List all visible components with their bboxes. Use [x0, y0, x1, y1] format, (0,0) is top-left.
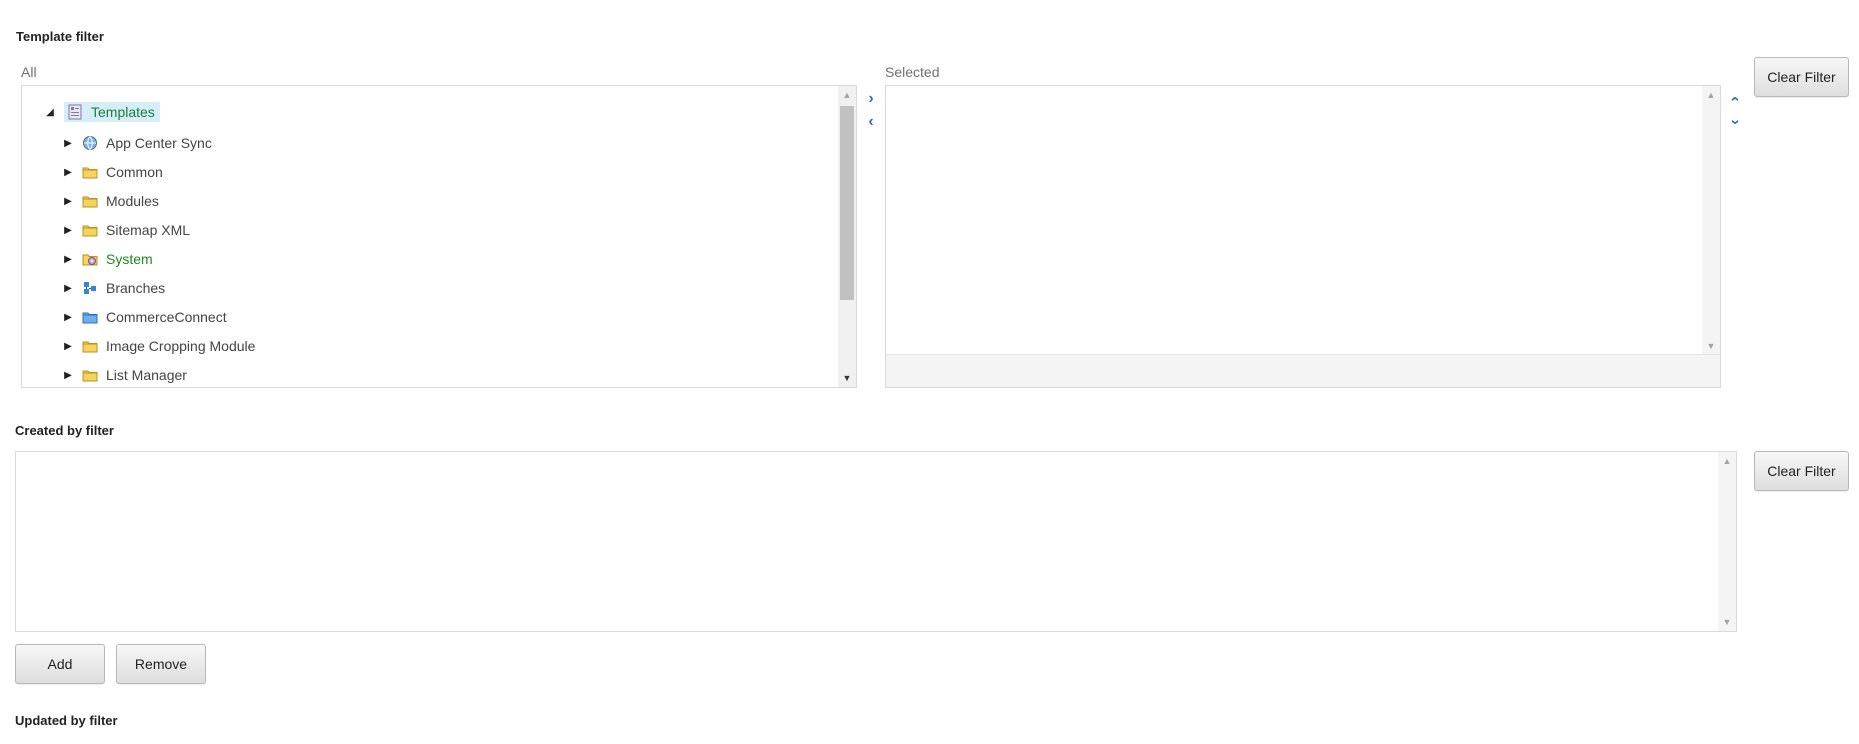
created-by-list[interactable]: ▲ ▼ [15, 451, 1737, 632]
all-label: All [21, 64, 37, 80]
move-up-icon[interactable]: › [1726, 91, 1743, 107]
selected-panel-footer [886, 354, 1720, 387]
tree-node-label: CommerceConnect [106, 309, 227, 325]
tree-node-sitemap-xml[interactable]: ▶ Sitemap XML [62, 218, 190, 242]
updated-by-filter-title: Updated by filter [15, 713, 118, 728]
expand-arrow-icon[interactable]: ▶ [62, 138, 74, 149]
folder-icon [82, 370, 98, 382]
scroll-down-icon[interactable]: ▼ [838, 369, 856, 387]
tree-node-label: Sitemap XML [106, 222, 191, 238]
expand-arrow-icon[interactable]: ▶ [62, 283, 74, 294]
scroll-down-icon[interactable]: ▼ [1718, 613, 1736, 631]
tree-node-common[interactable]: ▶ Common [62, 160, 163, 184]
tree-node-system[interactable]: ▶ System [62, 247, 153, 271]
tree-node-label: Common [106, 164, 163, 180]
folder-icon [82, 225, 98, 237]
scroll-down-icon[interactable]: ▼ [1702, 337, 1720, 355]
expand-arrow-icon[interactable]: ▶ [62, 225, 74, 236]
tree-scrollbar[interactable]: ▲ ▼ [838, 86, 856, 387]
tree-node-commerceconnect[interactable]: ▶ CommerceConnect [62, 305, 227, 329]
add-button[interactable]: Add [15, 644, 105, 684]
selected-templates-list[interactable]: ▲ ▼ [885, 85, 1721, 388]
tree-view: ◢ Templates ▶ App Center Sync ▶ Common ▶… [22, 86, 838, 387]
tree-node-label: App Center Sync [106, 135, 212, 151]
expand-arrow-icon[interactable]: ▶ [62, 254, 74, 265]
expand-arrow-icon[interactable]: ▶ [62, 196, 74, 207]
scroll-up-icon[interactable]: ▲ [1702, 86, 1720, 104]
scrollbar-thumb[interactable] [840, 106, 854, 300]
expand-arrow-icon[interactable]: ▶ [62, 312, 74, 323]
scroll-up-icon[interactable]: ▲ [1718, 452, 1736, 470]
tree-node-label: Image Cropping Module [106, 338, 256, 354]
tree-node-branches[interactable]: ▶ Branches [62, 276, 165, 300]
scroll-up-icon[interactable]: ▲ [838, 86, 856, 104]
expand-arrow-icon[interactable]: ▶ [62, 370, 74, 381]
collapse-arrow-icon[interactable]: ◢ [44, 107, 56, 118]
tree-node-label: List Manager [106, 367, 187, 383]
move-down-icon[interactable]: › [1727, 114, 1744, 130]
templates-icon [68, 104, 82, 120]
folder-icon [82, 341, 98, 353]
template-clear-filter-button[interactable]: Clear Filter [1754, 57, 1849, 97]
tree-node-label: Templates [91, 104, 155, 120]
created-by-scrollbar[interactable]: ▲ ▼ [1718, 452, 1736, 631]
move-left-icon[interactable]: ‹ [863, 114, 879, 130]
selected-scrollbar[interactable]: ▲ ▼ [1702, 86, 1720, 355]
tree-node-label: Modules [106, 193, 159, 209]
tree-node-modules[interactable]: ▶ Modules [62, 189, 159, 213]
all-templates-tree[interactable]: ◢ Templates ▶ App Center Sync ▶ Common ▶… [21, 85, 857, 388]
blue-folder-icon [82, 312, 98, 324]
tree-node-label: System [106, 251, 153, 267]
folder-icon [82, 167, 98, 179]
expand-arrow-icon[interactable]: ▶ [62, 167, 74, 178]
created-clear-filter-button[interactable]: Clear Filter [1754, 451, 1849, 491]
tree-node-image-cropping-module[interactable]: ▶ Image Cropping Module [62, 334, 255, 358]
tree-node-list-manager[interactable]: ▶ List Manager [62, 363, 187, 387]
tree-node-app-center-sync[interactable]: ▶ App Center Sync [62, 131, 212, 155]
folder-icon [82, 196, 98, 208]
tree-node-label: Branches [106, 280, 166, 296]
globe-icon [83, 136, 97, 150]
branches-icon [84, 282, 96, 294]
tree-node-templates[interactable]: ◢ Templates [44, 100, 160, 124]
created-by-filter-title: Created by filter [15, 423, 114, 438]
move-right-icon[interactable]: › [863, 91, 879, 107]
system-folder-icon [82, 254, 98, 266]
template-filter-title: Template filter [16, 29, 104, 44]
selected-label: Selected [885, 64, 940, 80]
remove-button[interactable]: Remove [116, 644, 206, 684]
expand-arrow-icon[interactable]: ▶ [62, 341, 74, 352]
